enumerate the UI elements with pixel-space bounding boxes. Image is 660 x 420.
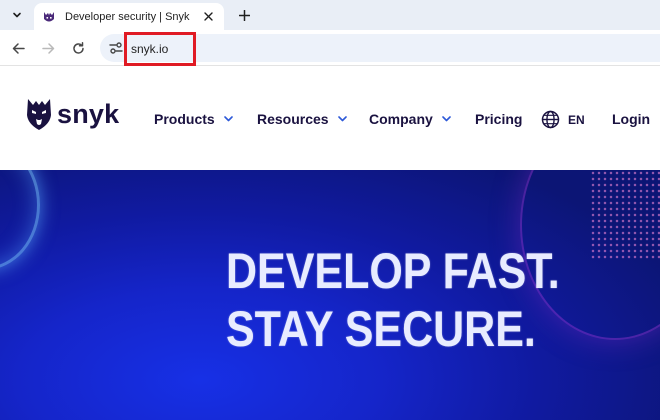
nav-pricing[interactable]: Pricing: [475, 111, 522, 127]
close-icon: [203, 12, 213, 21]
nav-login[interactable]: Login: [612, 111, 650, 127]
nav-login-label: Login: [612, 111, 651, 127]
nav-company-label: Company: [369, 111, 433, 127]
globe-icon: [541, 110, 560, 129]
snyk-dog-logo-icon: [27, 99, 51, 130]
tab-list-icon: [13, 12, 21, 18]
back-arrow-icon: [12, 42, 25, 54]
new-tab-button[interactable]: [234, 5, 254, 25]
close-tab-button[interactable]: [200, 9, 216, 25]
tab-list-button[interactable]: [6, 4, 28, 26]
reload-icon: [72, 41, 84, 54]
chevron-down-icon: [223, 116, 233, 122]
nav-pricing-label: Pricing: [475, 111, 523, 127]
hero-headline-line-1: DEVELOP FAST.: [226, 243, 560, 299]
nav-resources[interactable]: Resources: [257, 111, 347, 127]
plus-icon: [238, 9, 250, 21]
forward-button[interactable]: [38, 38, 58, 58]
snyk-logo-text: snyk: [57, 98, 120, 129]
active-tab[interactable]: Developer security | Snyk: [34, 3, 224, 30]
address-bar-url[interactable]: snyk.io: [131, 42, 168, 56]
address-bar[interactable]: snyk.io: [100, 34, 660, 62]
nav-products-label: Products: [154, 111, 215, 127]
chevron-down-icon: [441, 116, 451, 122]
back-button[interactable]: [8, 38, 28, 58]
forward-arrow-icon: [41, 42, 54, 54]
nav-company[interactable]: Company: [369, 111, 451, 127]
chevron-down-icon: [337, 116, 347, 122]
browser-toolbar: snyk.io: [0, 30, 660, 66]
hero-decorative-orb: [0, 170, 40, 270]
site-header: snyk Products Resources Company Pricing …: [0, 67, 660, 170]
browser-tab-strip: Developer security | Snyk: [0, 0, 660, 30]
hero-headline: DEVELOP FAST. STAY SECURE.: [226, 242, 604, 358]
snyk-favicon-icon: [42, 10, 56, 24]
reload-button[interactable]: [68, 38, 88, 58]
site-info-icon[interactable]: [108, 40, 124, 56]
hero-headline-line-2: STAY SECURE.: [226, 301, 536, 357]
tab-title: Developer security | Snyk: [65, 10, 190, 23]
hero-section: DEVELOP FAST. STAY SECURE.: [0, 170, 660, 420]
snyk-logo[interactable]: snyk: [26, 97, 119, 131]
language-selector[interactable]: EN: [541, 110, 585, 129]
language-label: EN: [568, 112, 585, 127]
nav-resources-label: Resources: [257, 111, 329, 127]
nav-products[interactable]: Products: [154, 111, 233, 127]
